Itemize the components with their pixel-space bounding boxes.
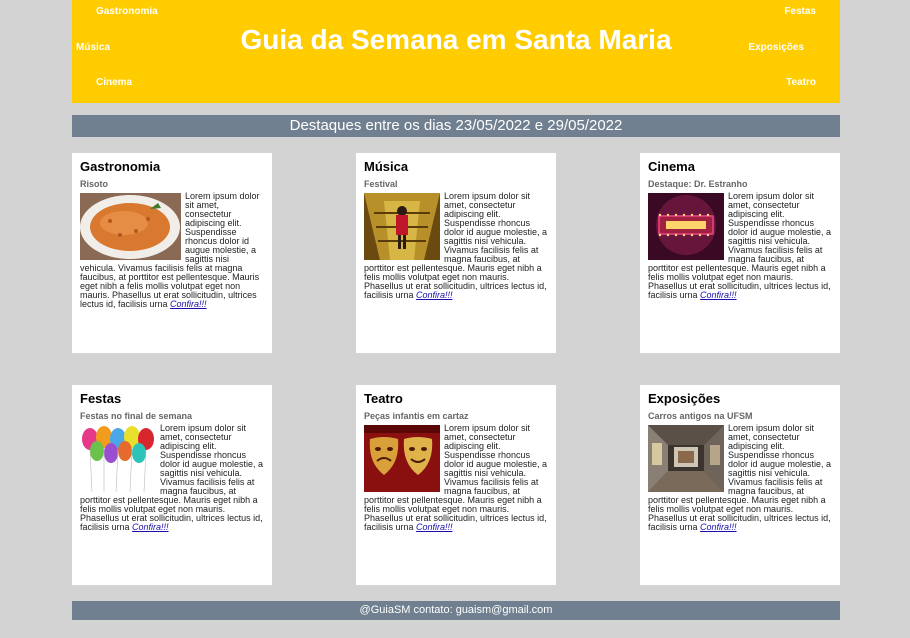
cinema-sign-image (648, 193, 724, 260)
highlights-banner: Destaques entre os dias 23/05/2022 e 29/… (72, 115, 840, 137)
card-read-more-link[interactable]: Confira!!! (170, 299, 207, 309)
theater-masks-image (364, 425, 440, 492)
card-title: Teatro (364, 391, 403, 406)
card-subtitle: Risoto (80, 179, 108, 189)
card-title: Festas (80, 391, 122, 406)
card-title: Cinema (648, 159, 695, 174)
card-subtitle: Festas no final de semana (80, 411, 193, 421)
card-read-more-link[interactable]: Confira!!! (132, 522, 169, 532)
card-exposicoes: Exposições Carros antigos na UFSM Lorem … (640, 385, 840, 585)
nav-link-teatro[interactable]: Teatro (786, 77, 816, 88)
nav-link-festas[interactable]: Festas (784, 6, 816, 17)
nav-link-cinema[interactable]: Cinema (96, 77, 132, 88)
card-musica: Música Festival Lorem ipsum dolor sit am… (356, 153, 556, 353)
card-title: Música (364, 159, 409, 174)
card-subtitle: Peças infantis em cartaz (364, 411, 469, 421)
singer-image (364, 193, 440, 260)
card-title: Gastronomia (80, 159, 161, 174)
card-subtitle: Carros antigos na UFSM (648, 411, 753, 421)
card-read-more-link[interactable]: Confira!!! (700, 290, 737, 300)
card-title: Exposições (648, 391, 721, 406)
balloons-image (80, 425, 156, 492)
gallery-image (648, 425, 724, 492)
site-footer: @GuiaSM contato: guaism@gmail.com (72, 601, 840, 620)
card-subtitle: Festival (364, 179, 398, 189)
risotto-image (80, 193, 181, 260)
card-cinema: Cinema Destaque: Dr. Estranho Lorem ipsu… (640, 153, 840, 353)
card-read-more-link[interactable]: Confira!!! (416, 290, 453, 300)
site-header: Gastronomia Música Cinema Guia da Semana… (72, 0, 840, 103)
card-read-more-link[interactable]: Confira!!! (416, 522, 453, 532)
card-festas: Festas Festas no final de semana Lorem i… (72, 385, 272, 585)
card-read-more-link[interactable]: Confira!!! (700, 522, 737, 532)
page-title: Guia da Semana em Santa Maria (240, 24, 672, 55)
nav-link-gastronomia[interactable]: Gastronomia (96, 6, 158, 17)
nav-link-exposicoes[interactable]: Exposições (748, 42, 804, 53)
card-teatro: Teatro Peças infantis em cartaz Lorem ip… (356, 385, 556, 585)
card-gastronomia: Gastronomia Risoto Lorem ipsum dolor sit… (72, 153, 272, 353)
card-subtitle: Destaque: Dr. Estranho (648, 179, 748, 189)
